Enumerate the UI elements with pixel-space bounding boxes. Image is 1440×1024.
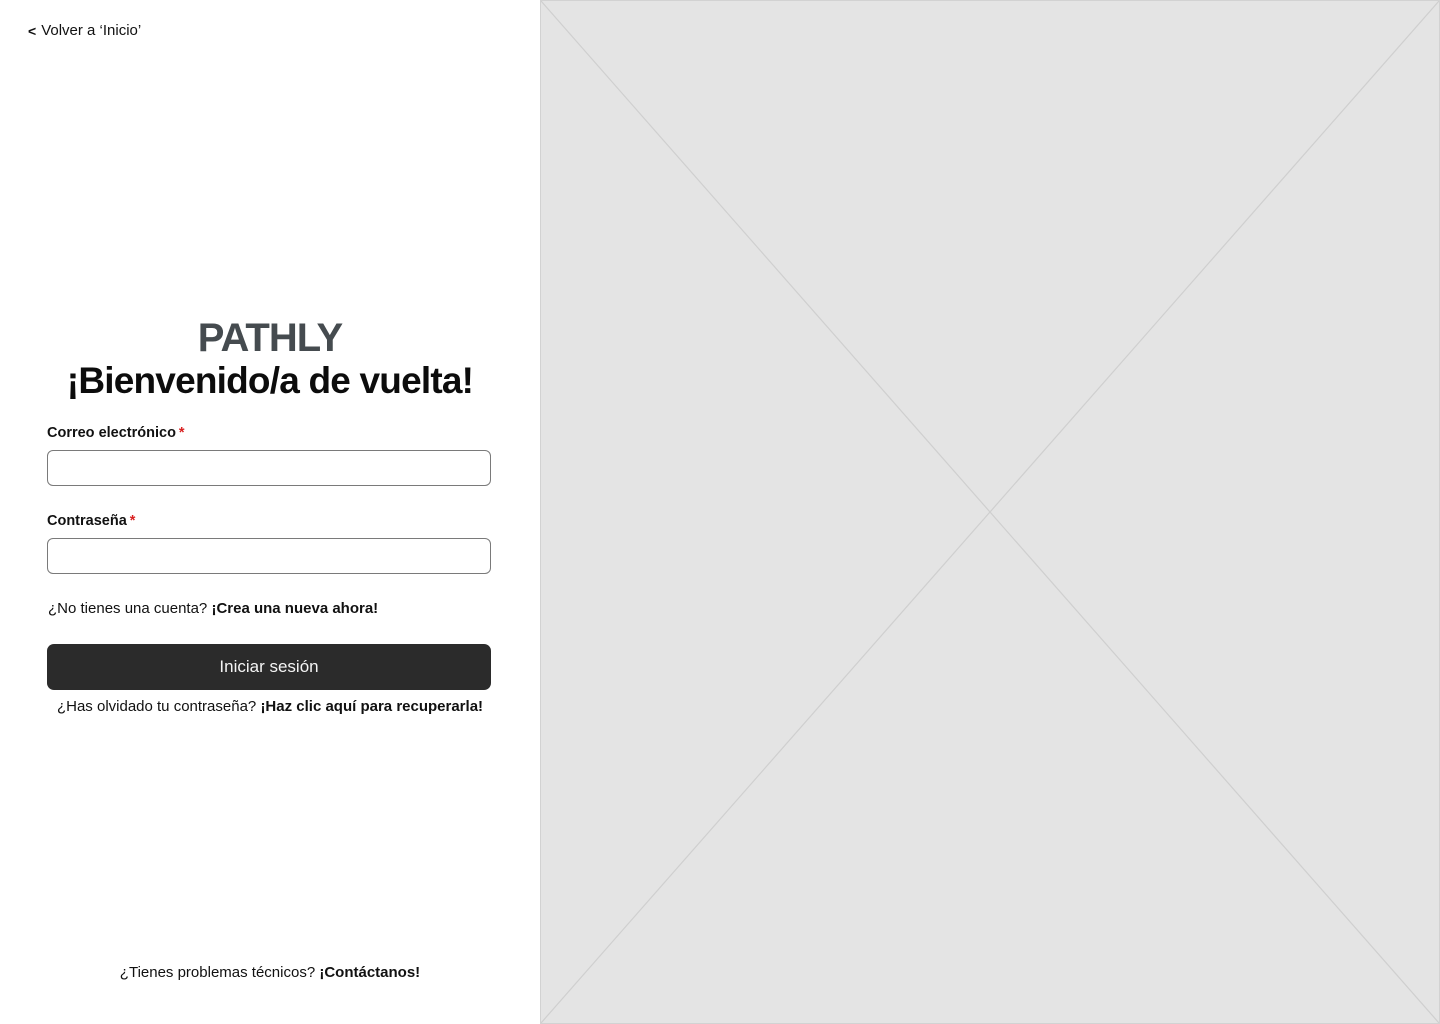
password-label-text: Contraseña xyxy=(47,513,127,529)
support-prompt-text: ¿Tienes problemas técnicos? xyxy=(119,964,316,981)
required-marker: * xyxy=(129,513,136,529)
recover-password-link[interactable]: ¡Haz clic aquí para recuperarla! xyxy=(260,698,483,715)
login-panel: < Volver a ‘Inicio’ PATHLY ¡Bienvenido/a… xyxy=(0,0,540,1024)
signup-prompt-text: ¿No tienes una cuenta? xyxy=(48,600,208,617)
required-marker: * xyxy=(178,425,185,441)
login-page: < Volver a ‘Inicio’ PATHLY ¡Bienvenido/a… xyxy=(0,0,1440,1024)
password-field[interactable] xyxy=(47,538,491,574)
create-account-link[interactable]: ¡Crea una nueva ahora! xyxy=(211,600,378,617)
login-button[interactable]: Iniciar sesión xyxy=(47,644,491,690)
support-prompt: ¿Tienes problemas técnicos? ¡Contáctanos… xyxy=(0,964,540,981)
signup-prompt: ¿No tienes una cuenta? ¡Crea una nueva a… xyxy=(48,600,378,617)
image-placeholder-icon xyxy=(541,1,1439,1023)
chevron-left-icon: < xyxy=(28,22,37,39)
contact-us-link[interactable]: ¡Contáctanos! xyxy=(319,964,420,981)
page-title: ¡Bienvenido/a de vuelta! xyxy=(66,360,474,401)
password-label: Contraseña * xyxy=(47,513,135,529)
back-link-label: Volver a ‘Inicio’ xyxy=(41,22,142,39)
email-field[interactable] xyxy=(47,450,491,486)
forgot-password-text: ¿Has olvidado tu contraseña? xyxy=(56,698,257,715)
brand-logo: PATHLY xyxy=(197,316,343,360)
forgot-password-prompt: ¿Has olvidado tu contraseña? ¡Haz clic a… xyxy=(0,698,540,715)
email-label-text: Correo electrónico xyxy=(47,425,176,441)
back-to-home-link[interactable]: < Volver a ‘Inicio’ xyxy=(28,22,141,39)
email-label: Correo electrónico * xyxy=(47,425,185,441)
image-placeholder xyxy=(540,0,1440,1024)
